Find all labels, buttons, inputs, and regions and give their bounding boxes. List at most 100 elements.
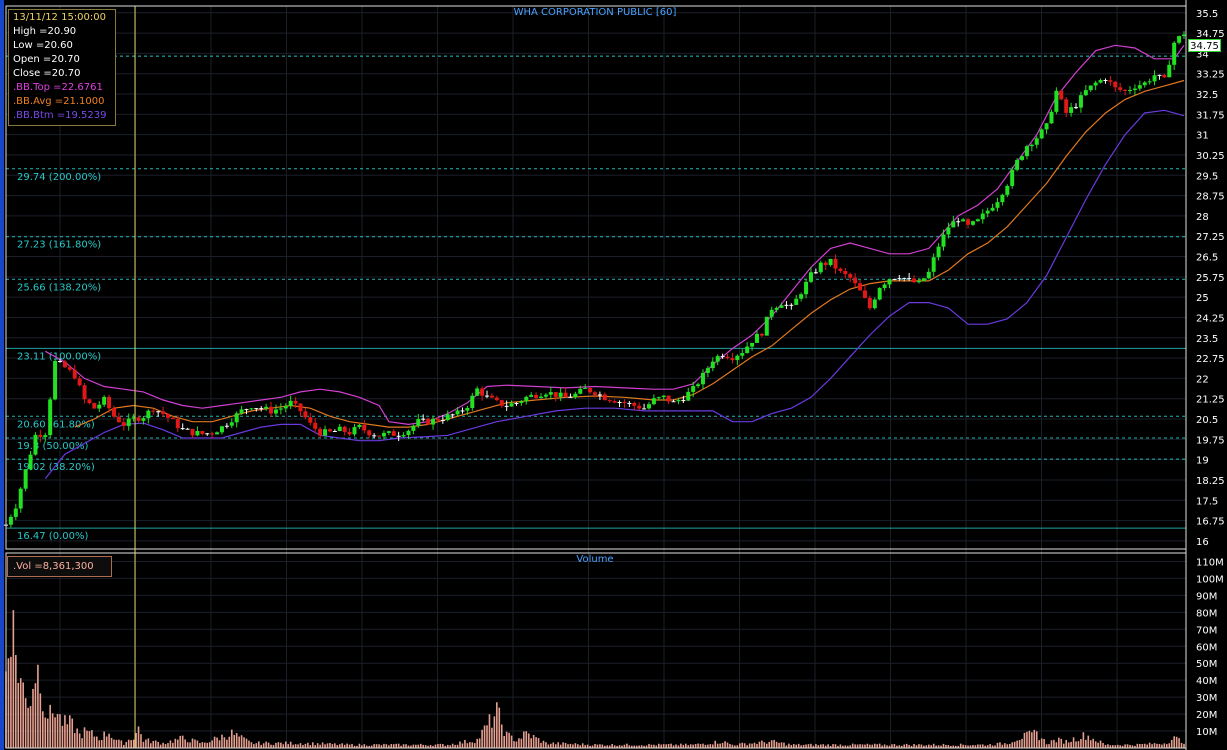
volume-bar <box>154 740 157 748</box>
fibonacci-label: 16.47 (0.00%) <box>17 531 88 542</box>
candle-body <box>151 410 156 412</box>
candle-body <box>593 392 597 395</box>
volume-bar <box>257 741 260 748</box>
volume-bar <box>765 743 768 748</box>
volume-tick-label: 30M <box>1196 693 1217 704</box>
candle-body <box>1182 34 1186 37</box>
volume-bar <box>88 731 91 748</box>
volume-bar <box>1085 739 1087 748</box>
candle-body <box>175 419 180 429</box>
candle-body <box>435 418 440 421</box>
volume-bar <box>773 739 775 748</box>
volume-bar <box>1060 738 1063 748</box>
price-tick-label: 24.25 <box>1196 313 1225 324</box>
candle-body <box>985 210 990 214</box>
candle-body <box>195 430 200 436</box>
candle-body <box>828 258 833 265</box>
candle-body <box>205 433 210 435</box>
price-tick-label: 25.75 <box>1196 273 1225 284</box>
volume-bar <box>338 744 341 748</box>
candle-body <box>990 207 995 211</box>
volume-bar <box>486 725 488 748</box>
candle-body <box>975 219 980 222</box>
candle-body <box>534 394 539 399</box>
candle-body <box>995 202 1000 208</box>
volume-bar <box>743 743 746 748</box>
candle-body <box>961 219 966 222</box>
volume-bar <box>434 744 437 748</box>
volume-bar <box>1124 744 1126 748</box>
candle-body <box>646 404 651 409</box>
candle-body <box>779 305 784 308</box>
volume-bar <box>496 702 498 748</box>
volume-bar <box>373 744 375 748</box>
volume-bar <box>989 744 991 748</box>
volume-bar <box>34 683 37 748</box>
volume-bar <box>437 744 439 748</box>
volume-bar <box>69 715 71 748</box>
volume-bar <box>864 744 866 748</box>
bollinger-bands <box>44 44 1185 479</box>
candle-body <box>966 219 971 225</box>
candle-body <box>843 270 848 275</box>
candle-body <box>676 400 681 402</box>
volume-bar <box>42 711 44 748</box>
volume-bar <box>832 744 834 748</box>
candle-body <box>1039 129 1044 139</box>
volume-bar <box>658 743 660 748</box>
volume-bar <box>1026 731 1028 748</box>
volume-bar <box>1151 744 1153 748</box>
volume-bar <box>547 744 550 748</box>
volume-bar <box>1013 741 1016 748</box>
candle-body <box>1162 74 1167 78</box>
volume-bar <box>1087 735 1090 748</box>
candle-body <box>750 342 755 347</box>
volume-bar <box>550 743 552 748</box>
volume-bar <box>282 744 285 748</box>
price-tick-label: 26.5 <box>1196 253 1218 264</box>
candle-body <box>529 394 534 397</box>
volume-bar <box>341 743 344 748</box>
volume-bar <box>520 738 523 748</box>
volume-bar <box>348 744 351 748</box>
volume-bar <box>866 743 869 748</box>
candle-body <box>862 290 867 298</box>
volume-bar <box>316 743 319 748</box>
candle-body <box>254 408 259 410</box>
candle-body <box>1078 95 1083 108</box>
volume-bar <box>716 743 719 748</box>
volume-bar <box>110 737 113 748</box>
volume-bar <box>500 724 503 748</box>
volume-bar <box>665 744 667 748</box>
candle-body <box>607 400 612 402</box>
candle-body <box>632 402 637 406</box>
volume-bar <box>540 742 542 748</box>
candle-body <box>62 361 67 368</box>
info-bb-btm: .BB.Btm =19.5239 <box>13 110 107 121</box>
volume-bar <box>729 743 731 748</box>
volume-bar <box>513 741 515 748</box>
candle-body <box>190 428 195 436</box>
candle-body <box>681 400 686 402</box>
candle-body <box>126 418 131 426</box>
volume-bar <box>780 742 783 748</box>
candle-body <box>185 428 190 430</box>
volume-bar <box>626 743 628 748</box>
volume-bar <box>498 707 501 748</box>
volume-bar <box>108 733 110 748</box>
candle-body <box>107 396 112 409</box>
volume-bar <box>93 736 96 748</box>
volume-bar <box>1170 739 1173 748</box>
fibonacci-label: 20.60 (61.80%) <box>17 419 95 430</box>
volume-bar <box>73 732 76 748</box>
candle-body <box>1132 88 1137 91</box>
candle-body <box>180 428 185 430</box>
price-tick-label: 21.25 <box>1196 395 1225 406</box>
volume-bar <box>1163 743 1166 748</box>
candle-body <box>1128 90 1133 92</box>
volume-bar <box>64 715 66 748</box>
candle-body <box>661 395 666 398</box>
candle-body <box>970 221 975 225</box>
candle-body <box>381 432 386 437</box>
volume-bar <box>1183 743 1185 748</box>
